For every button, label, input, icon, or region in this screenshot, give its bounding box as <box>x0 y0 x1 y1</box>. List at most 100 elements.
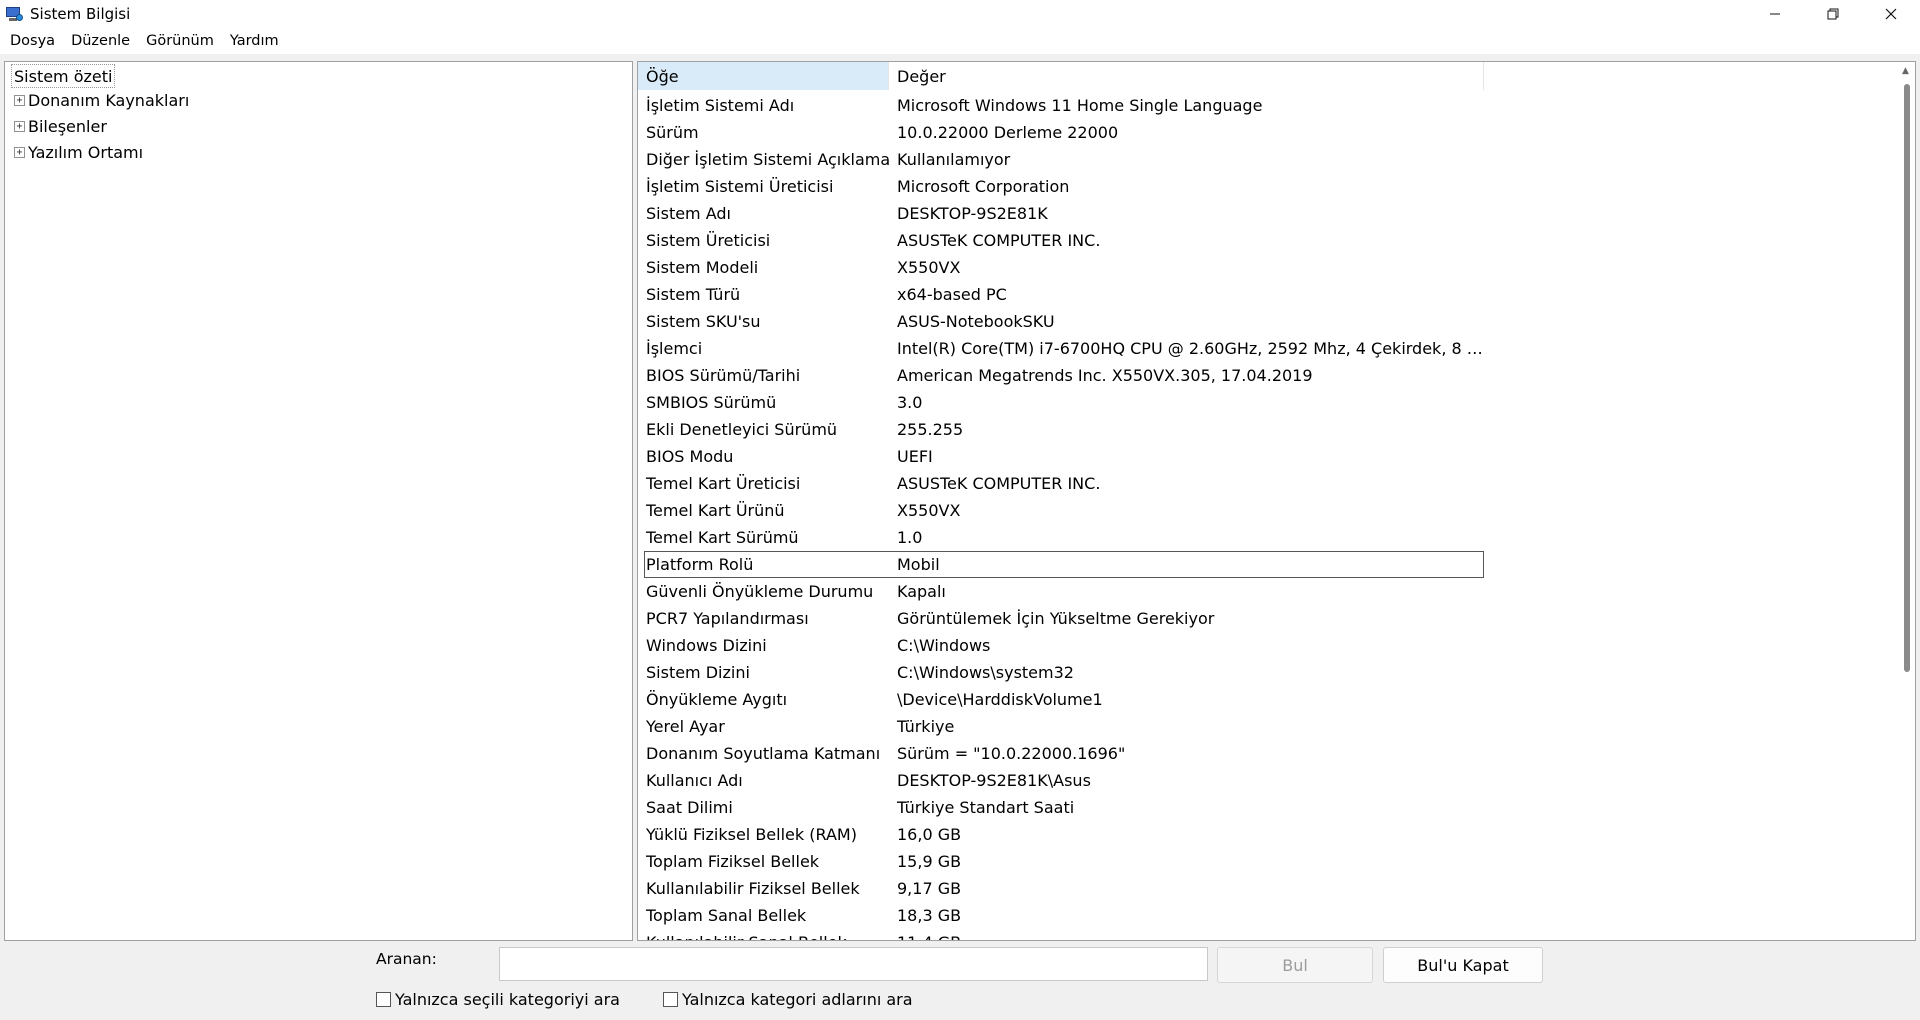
list-row[interactable]: Sistem Dizini C:\Windows\system32 <box>638 659 1898 686</box>
list-row[interactable]: İşletim Sistemi Üreticisi Microsoft Corpo… <box>638 173 1898 200</box>
row-item: Sistem Modeli <box>646 258 759 277</box>
title-bar: Sistem Bilgisi <box>0 0 1920 28</box>
list-row[interactable]: Temel Kart Ürünü X550VX <box>638 497 1898 524</box>
list-row[interactable]: Sistem Üreticisi ASUSTeK COMPUTER INC. <box>638 227 1898 254</box>
list-row[interactable]: Kullanıcı Adı DESKTOP-9S2E81K\Asus <box>638 767 1898 794</box>
row-value: C:\Windows\system32 <box>897 663 1074 682</box>
row-value: X550VX <box>897 501 961 520</box>
row-item: Kullanılabilir Sanal Bellek <box>638 933 889 940</box>
list-row[interactable]: Diğer İşletim Sistemi Açıklaması Kullanıl… <box>638 146 1898 173</box>
menu-yardim[interactable]: Yardım <box>223 33 286 49</box>
category-tree[interactable]: Sistem özeti + Donanım Kaynakları + Bile… <box>4 61 633 941</box>
checkbox-category-names[interactable] <box>663 992 678 1007</box>
row-item: Donanım Soyutlama Katmanı <box>646 744 881 763</box>
row-value: x64-based PC <box>897 285 1007 304</box>
row-value: X550VX <box>897 258 961 277</box>
option-selected-category[interactable]: Yalnızca seçili kategoriyi ara <box>376 990 620 1009</box>
row-item: İşletim Sistemi Üreticisi <box>646 177 834 196</box>
tree-item-label: Yazılım Ortamı <box>28 142 144 162</box>
row-item: İşletim Sistemi Adı <box>646 96 795 115</box>
scrollbar-thumb[interactable] <box>1904 84 1910 672</box>
list-row[interactable]: Sistem SKU'su ASUS-NotebookSKU <box>638 308 1898 335</box>
row-item: BIOS Sürümü/Tarihi <box>646 366 801 385</box>
list-row[interactable]: Güvenli Önyükleme Durumu Kapalı <box>638 578 1898 605</box>
row-item: Yerel Ayar <box>646 717 725 736</box>
list-row[interactable]: Toplam Sanal Bellek 18,3 GB <box>638 902 1898 929</box>
details-list[interactable]: Öğe Değer İşletim Sistemi Adı Microsoft W… <box>637 61 1916 941</box>
search-input[interactable] <box>499 947 1208 981</box>
list-row[interactable]: PCR7 Yapılandırması Görüntülemek İçin Yük… <box>638 605 1898 632</box>
row-item: Sürüm <box>646 123 699 142</box>
list-row[interactable]: Temel Kart Üreticisi ASUSTeK COMPUTER INC… <box>638 470 1898 497</box>
list-row[interactable]: Temel Kart Sürümü 1.0 <box>638 524 1898 551</box>
list-row[interactable]: Sistem Modeli X550VX <box>638 254 1898 281</box>
row-value: Kullanılamıyor <box>897 150 1011 169</box>
row-item: Ekli Denetleyici Sürümü <box>646 420 838 439</box>
list-row[interactable]: Yüklü Fiziksel Bellek (RAM) 16,0 GB <box>638 821 1898 848</box>
row-item: Önyükleme Aygıtı <box>646 690 788 709</box>
list-row[interactable]: Toplam Fiziksel Bellek 15,9 GB <box>638 848 1898 875</box>
row-item: Sistem Dizini <box>646 663 750 682</box>
list-row[interactable]: Ekli Denetleyici Sürümü 255.255 <box>638 416 1898 443</box>
tree-item-label: Bileşenler <box>28 116 107 136</box>
row-value: Görüntülemek İçin Yükseltme Gerekiyor <box>897 609 1215 628</box>
row-value: 1.0 <box>897 528 923 547</box>
row-value: Microsoft Corporation <box>897 177 1070 196</box>
close-icon <box>1885 8 1897 20</box>
expand-icon[interactable]: + <box>14 120 25 132</box>
expand-icon[interactable]: + <box>14 94 25 106</box>
tree-item-system-summary[interactable]: Sistem özeti <box>11 64 116 88</box>
column-header-value[interactable]: Değer <box>889 62 1484 90</box>
minimize-button[interactable] <box>1746 0 1804 28</box>
list-row[interactable]: Sürüm 10.0.22000 Derleme 22000 <box>638 119 1898 146</box>
list-row[interactable]: Windows Dizini C:\Windows <box>638 632 1898 659</box>
list-row[interactable]: Kullanılabilir Sanal Bellek11,4 GB <box>638 929 1898 940</box>
row-item: Toplam Fiziksel Bellek <box>646 852 820 871</box>
list-row[interactable]: İşletim Sistemi Adı Microsoft Windows 11 … <box>638 92 1898 119</box>
close-button[interactable] <box>1862 0 1920 28</box>
row-item: Temel Kart Sürümü <box>646 528 799 547</box>
list-row[interactable]: BIOS Modu UEFI <box>638 443 1898 470</box>
option-category-names[interactable]: Yalnızca kategori adlarını ara <box>663 990 913 1009</box>
expand-icon[interactable]: + <box>14 146 25 158</box>
menu-gorunum[interactable]: Görünüm <box>139 33 221 49</box>
list-row[interactable]: Donanım Soyutlama Katmanı Sürüm = "10.0.2… <box>638 740 1898 767</box>
row-value: 255.255 <box>897 420 964 439</box>
tree-item-components[interactable]: + Bileşenler <box>14 114 107 138</box>
row-item: Kullanılabilir Fiziksel Bellek <box>646 879 860 898</box>
row-item: Temel Kart Üreticisi <box>646 474 801 493</box>
list-row[interactable]: İşlemci Intel(R) Core(TM) i7-6700HQ CPU @… <box>638 335 1898 362</box>
menu-dosya[interactable]: Dosya <box>3 33 62 49</box>
restore-button[interactable] <box>1804 0 1862 28</box>
row-value: ASUS-NotebookSKU <box>897 312 1055 331</box>
close-find-button[interactable]: Bul'u Kapat <box>1383 947 1543 983</box>
row-item: Kullanıcı Adı <box>646 771 743 790</box>
row-value: 15,9 GB <box>897 852 962 871</box>
list-row[interactable]: Kullanılabilir Fiziksel Bellek 9,17 GB <box>638 875 1898 902</box>
window-controls <box>1746 0 1920 28</box>
list-row[interactable]: Sistem Adı DESKTOP-9S2E81K <box>638 200 1898 227</box>
list-row[interactable]: SMBIOS Sürümü 3.0 <box>638 389 1898 416</box>
list-row[interactable]: BIOS Sürümü/Tarihi American Megatrends In… <box>638 362 1898 389</box>
tree-item-hardware-resources[interactable]: + Donanım Kaynakları <box>14 88 189 112</box>
menu-duzenle[interactable]: Düzenle <box>64 33 137 49</box>
list-header: Öğe Değer <box>638 62 1898 90</box>
column-header-item[interactable]: Öğe <box>638 62 889 90</box>
list-row[interactable]: Yerel Ayar Türkiye <box>638 713 1898 740</box>
scroll-up-icon[interactable]: ▲ <box>1902 66 1909 76</box>
list-row[interactable]: Sistem Türü x64-based PC <box>638 281 1898 308</box>
find-button[interactable]: Bul <box>1217 947 1373 983</box>
row-item: Sistem Türü <box>646 285 741 304</box>
tree-item-software-environment[interactable]: + Yazılım Ortamı <box>14 140 143 164</box>
vertical-scrollbar[interactable]: ▲ <box>1898 62 1915 940</box>
list-row[interactable]: Saat Dilimi Türkiye Standart Saati <box>638 794 1898 821</box>
row-value: Kapalı <box>897 582 946 601</box>
row-value: \Device\HarddiskVolume1 <box>897 690 1103 709</box>
row-item: Güvenli Önyükleme Durumu <box>646 582 874 601</box>
list-row[interactable]: Platform Rolü Mobil <box>644 551 1484 578</box>
row-item: Toplam Sanal Bellek <box>646 906 807 925</box>
menu-bar: Dosya Düzenle Görünüm Yardım <box>0 28 1920 54</box>
list-row[interactable]: Önyükleme Aygıtı \Device\HarddiskVolume1 <box>638 686 1898 713</box>
checkbox-selected-category[interactable] <box>376 992 391 1007</box>
row-item: Saat Dilimi <box>646 798 733 817</box>
